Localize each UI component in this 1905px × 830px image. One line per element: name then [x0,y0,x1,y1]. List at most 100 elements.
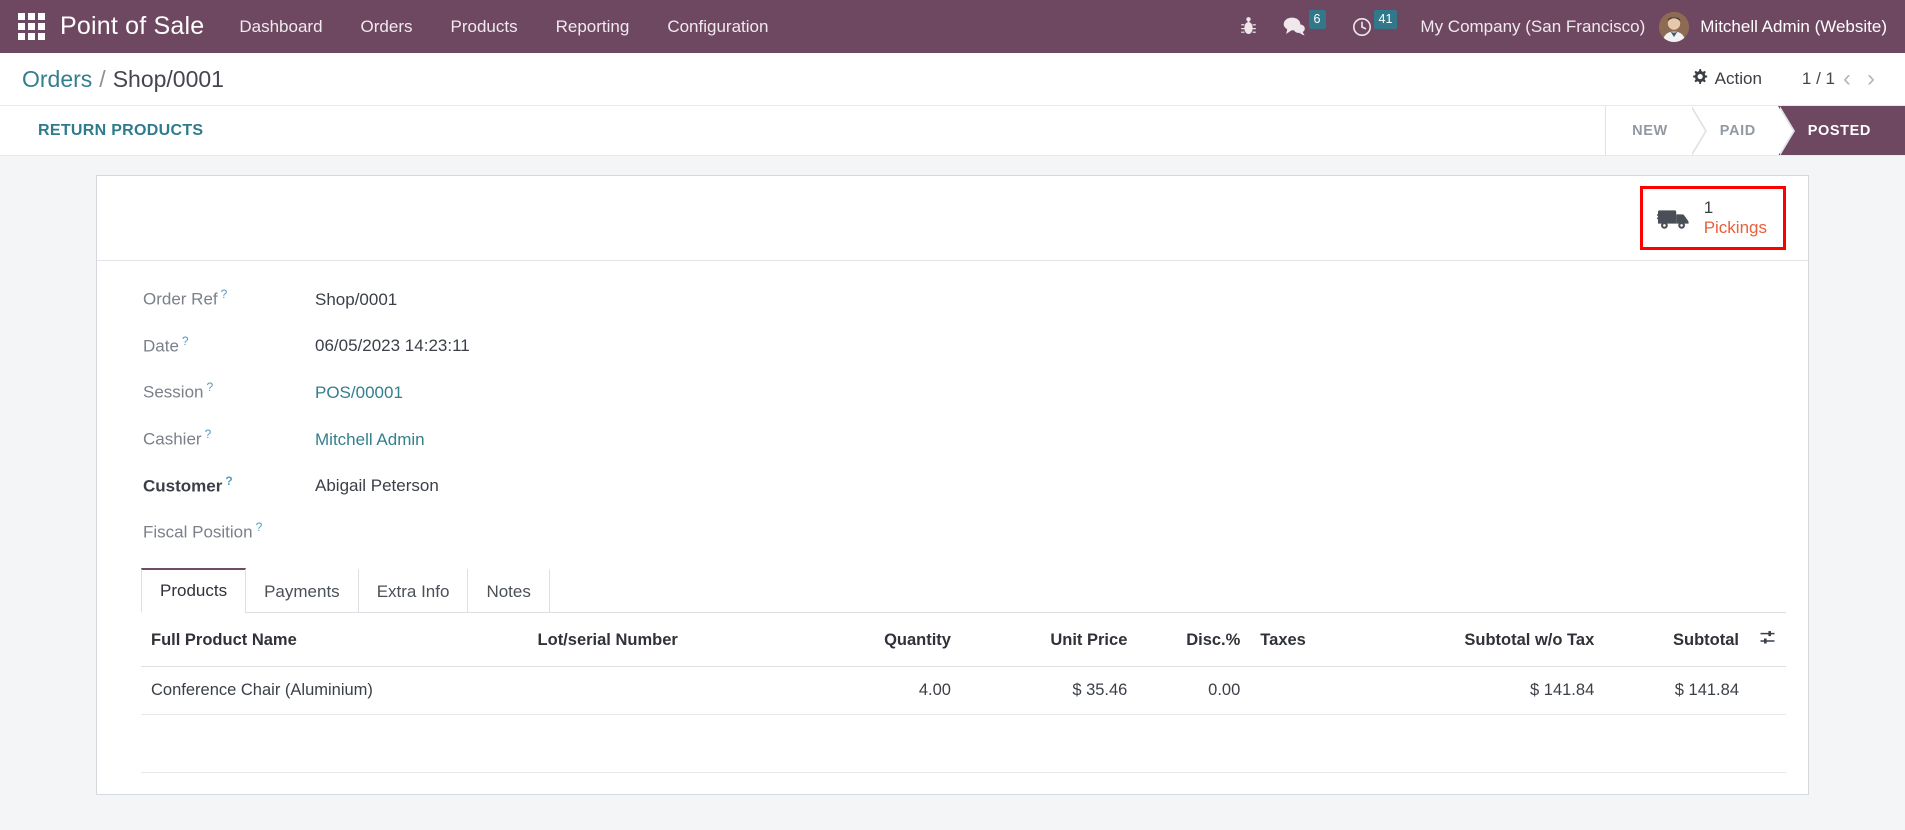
breadcrumb-separator: / [99,65,106,92]
form-sheet: 1 Pickings Order Ref? Shop/0001 Date? 06… [96,175,1809,795]
cell-lot-serial-number[interactable] [527,666,786,716]
label-text: Cashier [143,429,202,449]
table-empty-row [141,714,1786,774]
pickings-stat-button[interactable]: 1 Pickings [1639,186,1786,251]
cell-discount[interactable]: 0.00 [1137,666,1251,716]
col-unit-price[interactable]: Unit Price [960,613,1138,668]
user-menu[interactable]: Mitchell Admin (Website) [1659,0,1897,53]
tooltip-icon[interactable]: ? [221,287,228,301]
pager-value[interactable]: 1 / 1 [1802,69,1835,89]
main-menu: Dashboard Orders Products Reporting Conf… [220,0,787,53]
action-button-label: Action [1714,69,1762,88]
company-switcher[interactable]: My Company (San Francisco) [1410,17,1659,37]
field-date: Date? 06/05/2023 14:23:11 [143,334,1808,357]
stat-button-box: 1 Pickings [97,176,1808,262]
return-products-button[interactable]: RETURN PRODUCTS [0,106,225,155]
top-navbar: Point of Sale Dashboard Orders Products … [0,0,1905,53]
col-subtotal[interactable]: Subtotal [1604,613,1749,668]
truck-icon [1656,206,1691,231]
activities-badge: 41 [1373,9,1398,30]
tab-products[interactable]: Products [141,568,247,614]
action-button[interactable]: Action [1681,64,1772,94]
menu-item-orders[interactable]: Orders [342,0,432,53]
label-text: Customer [143,476,223,496]
pickings-stat-text: 1 Pickings [1704,198,1767,238]
label-text: Order Ref [143,289,218,309]
empty-cell [141,714,1786,774]
messages-counter[interactable]: 6 [1270,0,1339,53]
field-value-customer[interactable]: Abigail Peterson [315,476,439,496]
cell-subtotal-wo-tax[interactable]: $ 141.84 [1393,666,1605,716]
row-spacer-cell [1749,666,1786,716]
tooltip-icon[interactable]: ? [206,380,213,394]
control-panel: Orders / Shop/0001 Action 1 / 1 ‹ › RETU… [0,53,1905,156]
control-panel-top: Orders / Shop/0001 Action 1 / 1 ‹ › [0,53,1905,105]
table-body: Conference Chair (Aluminium) 4.00 $ 35.4… [141,666,1786,774]
cell-taxes[interactable] [1250,666,1394,716]
apps-grid-icon[interactable] [16,12,46,42]
tooltip-icon[interactable]: ? [256,520,263,534]
menu-item-reporting[interactable]: Reporting [537,0,649,53]
notebook: Products Payments Extra Info Notes Full … [97,567,1808,774]
order-lines-table: Full Product Name Lot/serial Number Quan… [141,613,1786,774]
col-quantity[interactable]: Quantity [785,613,961,668]
breadcrumb: Orders / Shop/0001 [22,66,224,93]
field-value-order-ref[interactable]: Shop/0001 [315,290,397,310]
bug-icon[interactable] [1227,0,1270,53]
cell-quantity[interactable]: 4.00 [785,666,961,716]
field-label-cashier: Cashier? [143,427,315,450]
column-settings-icon[interactable] [1749,613,1786,668]
pickings-label: Pickings [1703,218,1767,238]
field-label-session: Session? [143,380,315,403]
cell-subtotal[interactable]: $ 141.84 [1604,666,1749,716]
tab-notes[interactable]: Notes [467,569,550,614]
field-label-customer: Customer? [143,474,315,497]
menu-item-configuration[interactable]: Configuration [648,0,787,53]
tab-extra-info[interactable]: Extra Info [357,569,469,614]
col-lot-serial-number[interactable]: Lot/serial Number [527,613,786,668]
gear-icon [1691,68,1708,90]
field-session: Session? POS/00001 [143,380,1808,403]
label-text: Session [143,383,204,403]
field-value-session[interactable]: POS/00001 [315,383,403,403]
content-area: 1 Pickings Order Ref? Shop/0001 Date? 06… [0,156,1905,830]
tooltip-icon[interactable]: ? [182,334,189,348]
tooltip-icon[interactable]: ? [205,427,212,441]
form-fields: Order Ref? Shop/0001 Date? 06/05/2023 14… [97,261,1808,543]
tab-payments[interactable]: Payments [245,569,359,614]
pickings-count: 1 [1703,198,1714,217]
clock-icon [1352,17,1371,36]
control-panel-bottom: RETURN PRODUCTS NEW PAID POSTED [0,105,1905,156]
cell-unit-price[interactable]: $ 35.46 [960,666,1138,716]
menu-item-dashboard[interactable]: Dashboard [220,0,341,53]
breadcrumb-item-orders[interactable]: Orders [22,66,92,93]
field-value-date[interactable]: 06/05/2023 14:23:11 [315,336,470,356]
col-discount[interactable]: Disc.% [1137,613,1251,668]
table-header-row: Full Product Name Lot/serial Number Quan… [141,613,1786,668]
control-panel-right: Action 1 / 1 ‹ › [1681,64,1883,94]
messages-badge: 6 [1308,9,1326,30]
chevron-left-icon[interactable]: ‹ [1835,67,1859,91]
status-step-new[interactable]: NEW [1606,106,1707,156]
breadcrumb-current: Shop/0001 [112,65,224,92]
col-full-product-name[interactable]: Full Product Name [141,613,528,668]
app-brand-title[interactable]: Point of Sale [56,12,220,41]
activities-counter[interactable]: 41 [1339,0,1411,53]
avatar [1659,11,1690,42]
notebook-tabs: Products Payments Extra Info Notes [141,567,1786,614]
chat-bubble-icon [1283,17,1305,36]
chevron-right-icon[interactable]: › [1859,67,1883,91]
field-cashier: Cashier? Mitchell Admin [143,427,1808,450]
label-text: Date [143,336,179,356]
menu-item-products[interactable]: Products [432,0,537,53]
cell-full-product-name[interactable]: Conference Chair (Aluminium) [141,666,528,716]
field-value-cashier[interactable]: Mitchell Admin [315,430,425,450]
tooltip-icon[interactable]: ? [225,474,232,488]
table-row[interactable]: Conference Chair (Aluminium) 4.00 $ 35.4… [141,666,1786,716]
pager: 1 / 1 ‹ › [1802,67,1883,91]
col-subtotal-wo-tax[interactable]: Subtotal w/o Tax [1393,613,1605,668]
status-step-posted[interactable]: POSTED [1777,106,1905,155]
field-fiscal-position: Fiscal Position? [143,520,1808,543]
field-label-date: Date? [143,334,315,357]
col-taxes[interactable]: Taxes [1250,613,1394,668]
